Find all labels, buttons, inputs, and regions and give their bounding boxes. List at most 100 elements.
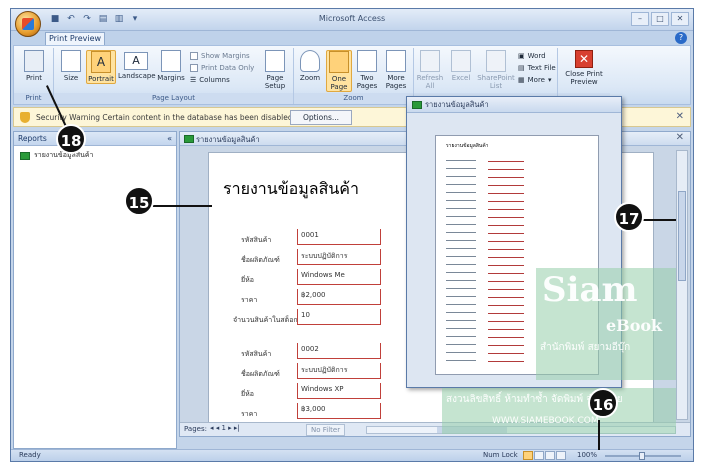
mini-row-label: [446, 296, 476, 297]
mini-row-label: [446, 312, 476, 313]
mini-row-value: [488, 246, 524, 250]
mini-row-label: [446, 160, 476, 161]
preview-window-title-bar[interactable]: รายงานข้อมูลสินค้า: [407, 97, 621, 113]
export-text-file-button[interactable]: ▤ Text File: [518, 64, 556, 72]
more-label: More: [527, 76, 545, 84]
callout-15-leader: [150, 205, 212, 207]
mini-row-label: [446, 344, 476, 345]
report-tab-label: รายงานข้อมูลสินค้า: [196, 135, 260, 144]
print-preview-view-button[interactable]: [523, 451, 533, 460]
mini-row-value: [488, 158, 524, 162]
one-page-button[interactable]: One Page: [326, 50, 352, 92]
close-print-preview-button[interactable]: ✕ Close Print Preview: [562, 50, 606, 86]
options-button[interactable]: Options...: [290, 110, 352, 125]
office-button[interactable]: [15, 11, 41, 37]
mini-row-value: [488, 318, 524, 322]
portrait-button[interactable]: A Portrait: [86, 50, 116, 84]
watermark-thai: สำนักพิมพ์ สยามอีบุ๊ก: [540, 342, 631, 353]
close-button[interactable]: ✕: [671, 12, 689, 26]
mini-row-value: [488, 358, 524, 362]
field-value: 0002: [297, 343, 381, 359]
page-nav-buttons[interactable]: ◂ ◂ 1 ▸ ▸|: [210, 424, 240, 432]
mini-row-value: [488, 174, 524, 178]
num-lock-indicator: Num Lock: [483, 451, 518, 459]
maximize-button[interactable]: □: [651, 12, 669, 26]
export-more-button[interactable]: ▦ More ▾: [518, 76, 552, 84]
mini-row-label: [446, 248, 476, 249]
field-value: 10: [297, 309, 381, 325]
two-pages-label: Two Pages: [356, 74, 378, 90]
mini-row-label: [446, 320, 476, 321]
navigation-pane: Reports « รายงานข้อมูลสินค้า: [13, 131, 177, 449]
mini-row-value: [488, 182, 524, 186]
tab-print-preview[interactable]: Print Preview: [45, 32, 105, 45]
mini-row-label: [446, 256, 476, 257]
field-label: ยี่ห้อ: [241, 390, 254, 398]
sharepoint-list-button[interactable]: SharePoint List: [476, 50, 516, 90]
help-icon[interactable]: ?: [675, 32, 687, 44]
print-button[interactable]: Print: [18, 50, 50, 82]
scrollbar-thumb[interactable]: [678, 191, 686, 281]
field-value: Windows Me: [297, 269, 381, 285]
ribbon-tab-row: Print Preview ?: [11, 31, 693, 45]
group-print-label: Print: [14, 93, 53, 104]
page-setup-button[interactable]: Page Setup: [260, 50, 290, 90]
close-icon[interactable]: ✕: [676, 132, 684, 143]
zoom-slider[interactable]: [605, 452, 681, 460]
design-view-button[interactable]: [556, 451, 566, 460]
callout-17-leader: [640, 219, 676, 221]
field-value: ระบบปฏิบัติการ: [297, 363, 381, 379]
mini-row-value: [488, 278, 524, 282]
sharepoint-icon: [486, 50, 506, 72]
zoom-slider-knob[interactable]: [639, 452, 645, 460]
callout-17: 17: [614, 202, 644, 232]
status-bar: Ready Num Lock 100%: [11, 449, 693, 461]
callout-16-leader: [598, 420, 600, 450]
mini-row-value: [488, 166, 524, 170]
watermark-brand: Siam: [542, 270, 638, 310]
layout-view-button[interactable]: [545, 451, 555, 460]
nav-pane-header[interactable]: Reports «: [14, 132, 176, 146]
close-print-preview-label: Close Print Preview: [565, 70, 603, 86]
more-pages-icon: [386, 50, 406, 72]
field-label: ยี่ห้อ: [241, 276, 254, 284]
mini-row-label: [446, 336, 476, 337]
watermark-logo: Siam eBook สำนักพิมพ์ สยามอีบุ๊ก: [536, 268, 676, 380]
zoom-button[interactable]: Zoom: [296, 50, 324, 82]
columns-button[interactable]: ☰ Columns: [190, 76, 230, 84]
show-margins-checkbox[interactable]: Show Margins: [190, 52, 250, 60]
page-setup-label: Page Setup: [264, 74, 286, 90]
mini-row-label: [446, 200, 476, 201]
text-file-label: Text File: [527, 64, 556, 72]
vertical-scrollbar[interactable]: [676, 150, 688, 420]
excel-button[interactable]: Excel: [448, 50, 474, 82]
word-icon: ▣: [518, 52, 525, 60]
refresh-all-button[interactable]: Refresh All: [416, 50, 444, 90]
two-pages-button[interactable]: Two Pages: [354, 50, 380, 90]
mini-row-value: [488, 294, 524, 298]
export-word-button[interactable]: ▣ Word: [518, 52, 546, 60]
group-page-layout-label: Page Layout: [54, 93, 293, 104]
print-data-only-checkbox[interactable]: Print Data Only: [190, 64, 254, 72]
field-value: Windows XP: [297, 383, 381, 399]
field-label: ราคา: [241, 296, 258, 304]
mini-row-value: [488, 310, 524, 314]
size-button[interactable]: Size: [58, 50, 84, 82]
nav-item-report[interactable]: รายงานข้อมูลสินค้า: [20, 150, 176, 161]
mini-row-value: [488, 214, 524, 218]
more-pages-button[interactable]: More Pages: [382, 50, 410, 90]
report-icon: [412, 101, 422, 109]
more-icon: ▦: [518, 76, 525, 84]
landscape-icon: A: [124, 52, 148, 70]
columns-icon: ☰: [190, 76, 197, 84]
minimize-button[interactable]: –: [631, 12, 649, 26]
margins-button[interactable]: Margins: [156, 50, 186, 82]
close-icon[interactable]: ✕: [676, 111, 684, 122]
field-value: ฿2,000: [297, 289, 381, 305]
chevron-left-icon[interactable]: «: [167, 132, 172, 145]
landscape-button[interactable]: A Landscape: [118, 50, 156, 80]
report-view-button[interactable]: [534, 451, 544, 460]
callout-15: 15: [124, 186, 154, 216]
no-filter-button[interactable]: No Filter: [306, 424, 346, 436]
view-buttons: [523, 451, 566, 460]
